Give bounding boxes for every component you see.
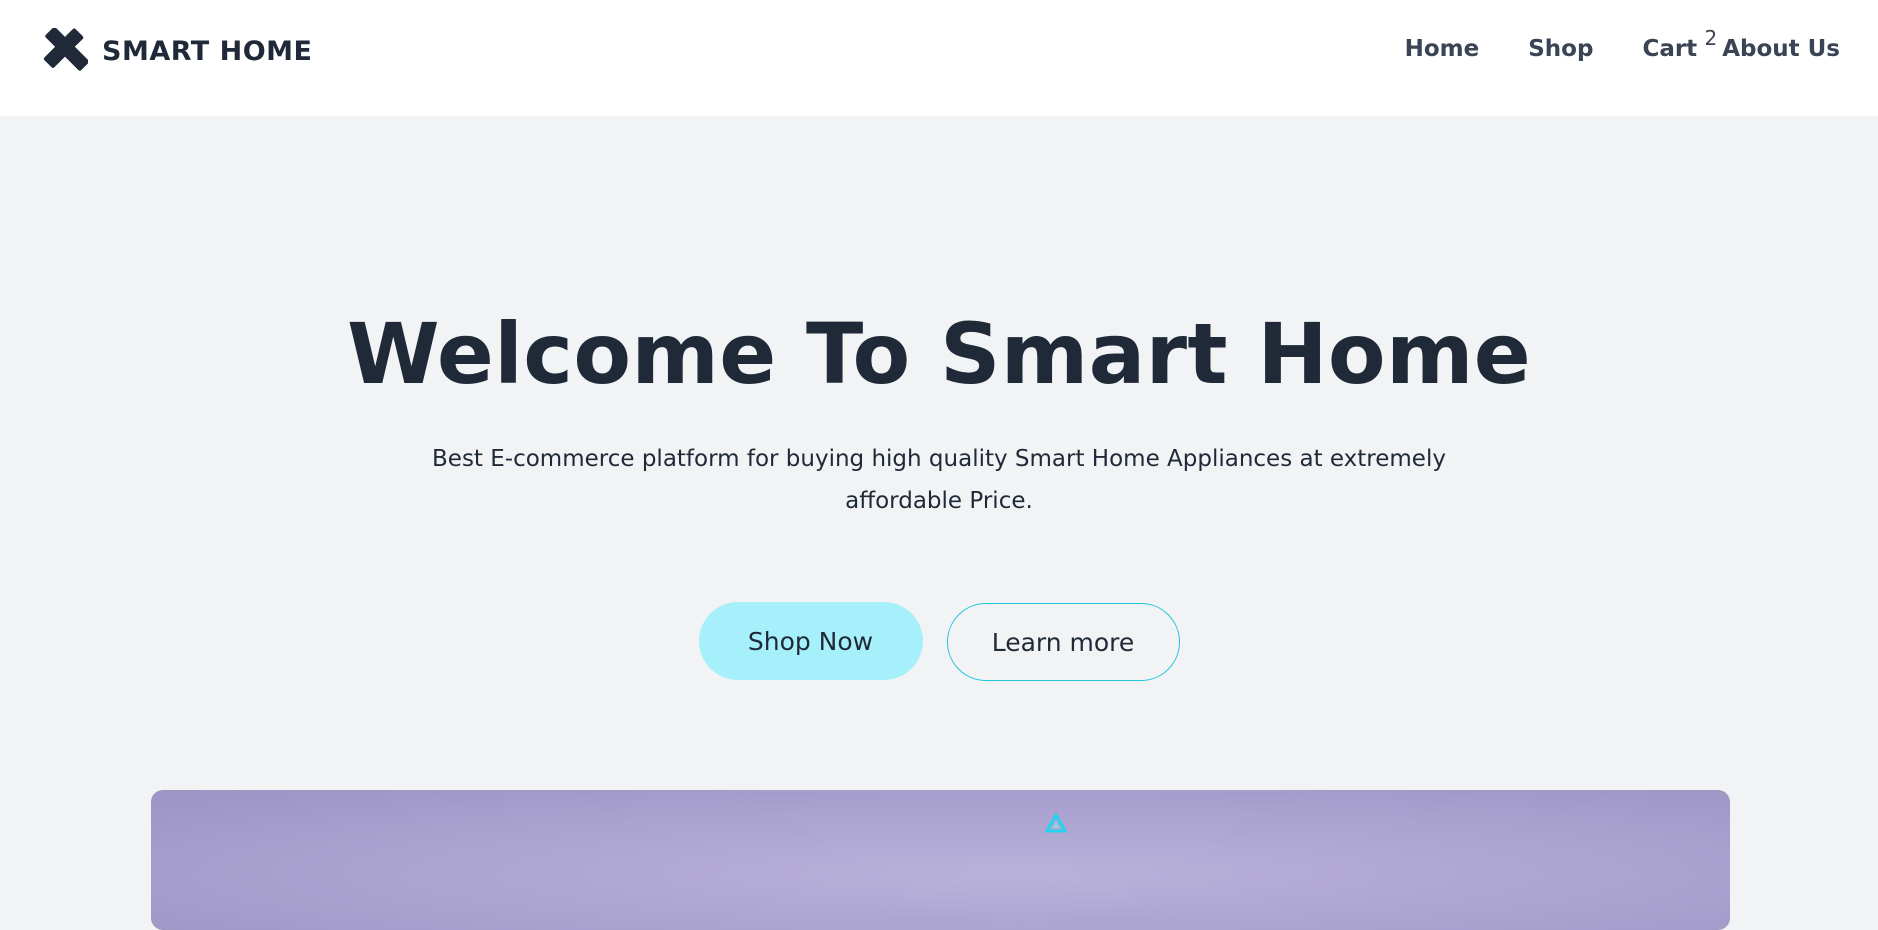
nav-cart[interactable]: Cart 2 xyxy=(1642,26,1717,62)
hero-subtitle: Best E-commerce platform for buying high… xyxy=(432,446,1446,514)
hero-title: Welcome To Smart Home xyxy=(346,305,1532,403)
cart-count-badge: 2 xyxy=(1704,26,1718,50)
brand-name: SMART HOME xyxy=(102,35,313,67)
nav-about[interactable]: About Us xyxy=(1722,36,1840,62)
main-nav: Home Shop Cart 2 About Us xyxy=(1405,26,1840,62)
site-header: SMART HOME Home Shop Cart 2 About Us xyxy=(0,0,1878,116)
hero-buttons: Shop Now Learn more xyxy=(0,602,1878,681)
x-logo-icon xyxy=(43,28,88,71)
showcase-panel xyxy=(151,790,1730,930)
shop-now-button[interactable]: Shop Now xyxy=(698,602,923,680)
learn-more-button[interactable]: Learn more xyxy=(946,603,1180,681)
triangle-icon xyxy=(1045,813,1067,833)
brand[interactable]: SMART HOME xyxy=(42,28,312,74)
nav-cart-label: Cart xyxy=(1642,36,1698,62)
nav-home[interactable]: Home xyxy=(1405,36,1480,62)
nav-shop[interactable]: Shop xyxy=(1528,36,1593,62)
